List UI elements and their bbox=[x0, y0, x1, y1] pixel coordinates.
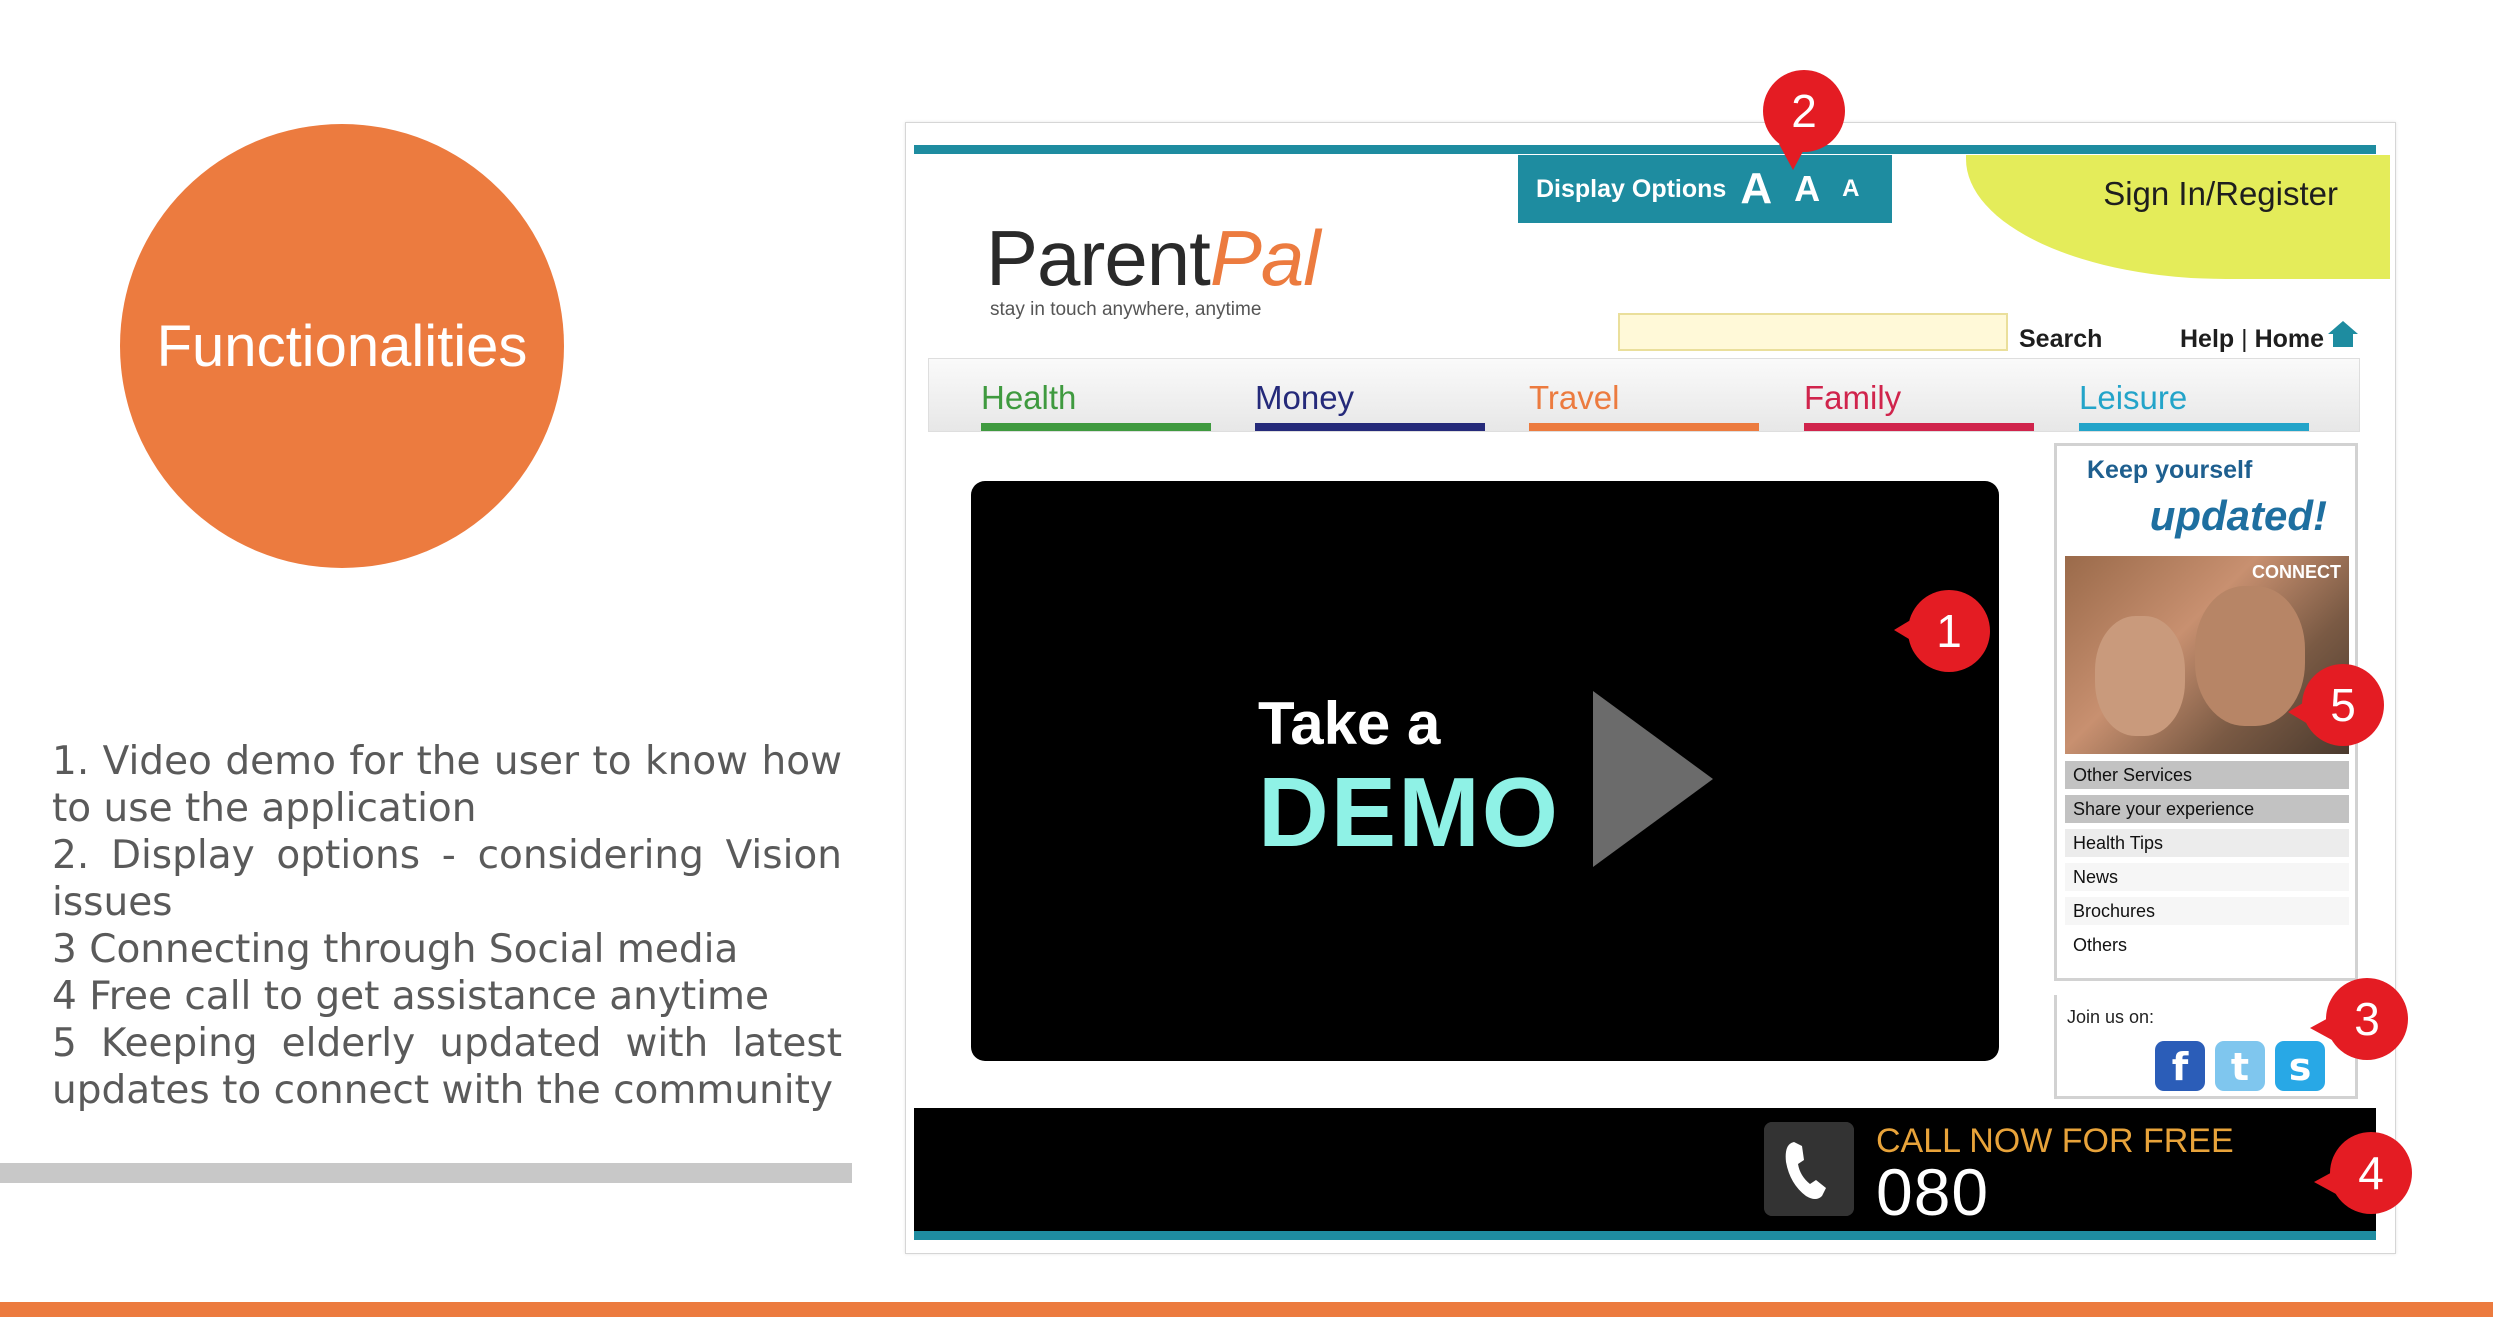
main-nav: Health Money Travel Family Leisure bbox=[928, 358, 2360, 432]
help-link[interactable]: Help bbox=[2180, 325, 2234, 353]
panel-link-others[interactable]: Others bbox=[2065, 931, 2349, 959]
logo-text: ParentPal bbox=[986, 213, 1321, 303]
font-size-large-button[interactable]: A bbox=[1740, 164, 1772, 214]
footer-accent-bar bbox=[0, 1302, 2493, 1317]
header-line bbox=[914, 145, 2376, 154]
panel-link-news[interactable]: News bbox=[2065, 863, 2349, 891]
link-separator: | bbox=[2241, 325, 2248, 353]
skype-icon[interactable]: s bbox=[2275, 1041, 2325, 1091]
marker-2: 2 bbox=[1763, 70, 1845, 170]
nav-leisure[interactable]: Leisure bbox=[2079, 379, 2187, 417]
call-number[interactable]: 080 2345672561 bbox=[1876, 1154, 2376, 1253]
slide-title: Functionalities bbox=[156, 313, 528, 379]
video-title-line1: Take a bbox=[1258, 690, 1441, 757]
photo-badge: CONNECT bbox=[2252, 562, 2341, 582]
video-title-line2: DEMO bbox=[1258, 757, 1560, 867]
panel-links: Other Services Share your experience Hea… bbox=[2065, 761, 2349, 965]
demo-video-player[interactable]: Take a DEMO bbox=[971, 481, 1999, 1061]
social-box: Join us on: f t s bbox=[2054, 995, 2358, 1099]
panel-link-other-services[interactable]: Other Services bbox=[2065, 761, 2349, 789]
home-link[interactable]: Home bbox=[2255, 325, 2324, 353]
nav-family-underline bbox=[1804, 423, 2034, 431]
nav-money-underline bbox=[1255, 423, 1485, 431]
logo-accent: Pal bbox=[1209, 214, 1321, 302]
panel-heading: Keep yourself bbox=[2087, 456, 2253, 484]
panel-link-share-experience[interactable]: Share your experience bbox=[2065, 795, 2349, 823]
divider-bar bbox=[0, 1163, 852, 1183]
social-label: Join us on: bbox=[2067, 1007, 2155, 1027]
nav-travel[interactable]: Travel bbox=[1529, 379, 1619, 417]
signin-area: Sign In/Register bbox=[1966, 155, 2390, 279]
nav-money[interactable]: Money bbox=[1255, 379, 1354, 417]
nav-health-underline bbox=[981, 423, 1211, 431]
nav-family[interactable]: Family bbox=[1804, 379, 1901, 417]
font-size-medium-button[interactable]: A bbox=[1794, 168, 1820, 210]
nav-travel-underline bbox=[1529, 423, 1759, 431]
help-home-links: Help | Home bbox=[2180, 325, 2324, 354]
facebook-icon[interactable]: f bbox=[2155, 1041, 2205, 1091]
marker-1: 1 bbox=[1894, 590, 1990, 672]
person-image bbox=[2095, 616, 2185, 736]
nav-health[interactable]: Health bbox=[981, 379, 1076, 417]
display-options-label: Display Options bbox=[1536, 174, 1727, 203]
note-item: 5 Keeping elderly updated with latest up… bbox=[52, 1021, 842, 1113]
feature-notes: 1. Video demo for the user to know how t… bbox=[52, 738, 842, 1114]
marker-4: 4 bbox=[2314, 1132, 2412, 1214]
phone-icon bbox=[1764, 1122, 1854, 1216]
signin-register-link[interactable]: Sign In/Register bbox=[2103, 175, 2338, 213]
search-button[interactable]: Search bbox=[2019, 325, 2102, 354]
note-item: 2. Display options - considering Vision … bbox=[52, 833, 842, 925]
marker-3: 3 bbox=[2310, 978, 2408, 1060]
app-screenshot: Display Options A A A Sign In/Register P… bbox=[905, 122, 2396, 1254]
note-item: 3 Connecting through Social media bbox=[52, 927, 739, 972]
note-item: 4 Free call to get assistance anytime bbox=[52, 974, 770, 1019]
call-banner: CALL NOW FOR FREE 080 2345672561 bbox=[914, 1108, 2376, 1253]
search-input[interactable] bbox=[1618, 313, 2008, 351]
play-icon[interactable] bbox=[1593, 691, 1713, 867]
marker-5: 5 bbox=[2288, 664, 2384, 746]
note-item: 1. Video demo for the user to know how t… bbox=[52, 739, 842, 831]
logo-main: Parent bbox=[986, 214, 1211, 302]
home-icon[interactable] bbox=[2326, 319, 2360, 349]
brand-logo: ParentPal stay in touch anywhere, anytim… bbox=[986, 213, 1321, 321]
panel-link-health-tips[interactable]: Health Tips bbox=[2065, 829, 2349, 857]
panel-heading-emphasis: updated! bbox=[2149, 492, 2327, 539]
twitter-icon[interactable]: t bbox=[2215, 1041, 2265, 1091]
font-size-small-button[interactable]: A bbox=[1842, 175, 1859, 203]
panel-link-brochures[interactable]: Brochures bbox=[2065, 897, 2349, 925]
title-circle: Functionalities bbox=[120, 124, 564, 568]
display-options: Display Options A A A bbox=[1518, 155, 1892, 223]
nav-leisure-underline bbox=[2079, 423, 2309, 431]
